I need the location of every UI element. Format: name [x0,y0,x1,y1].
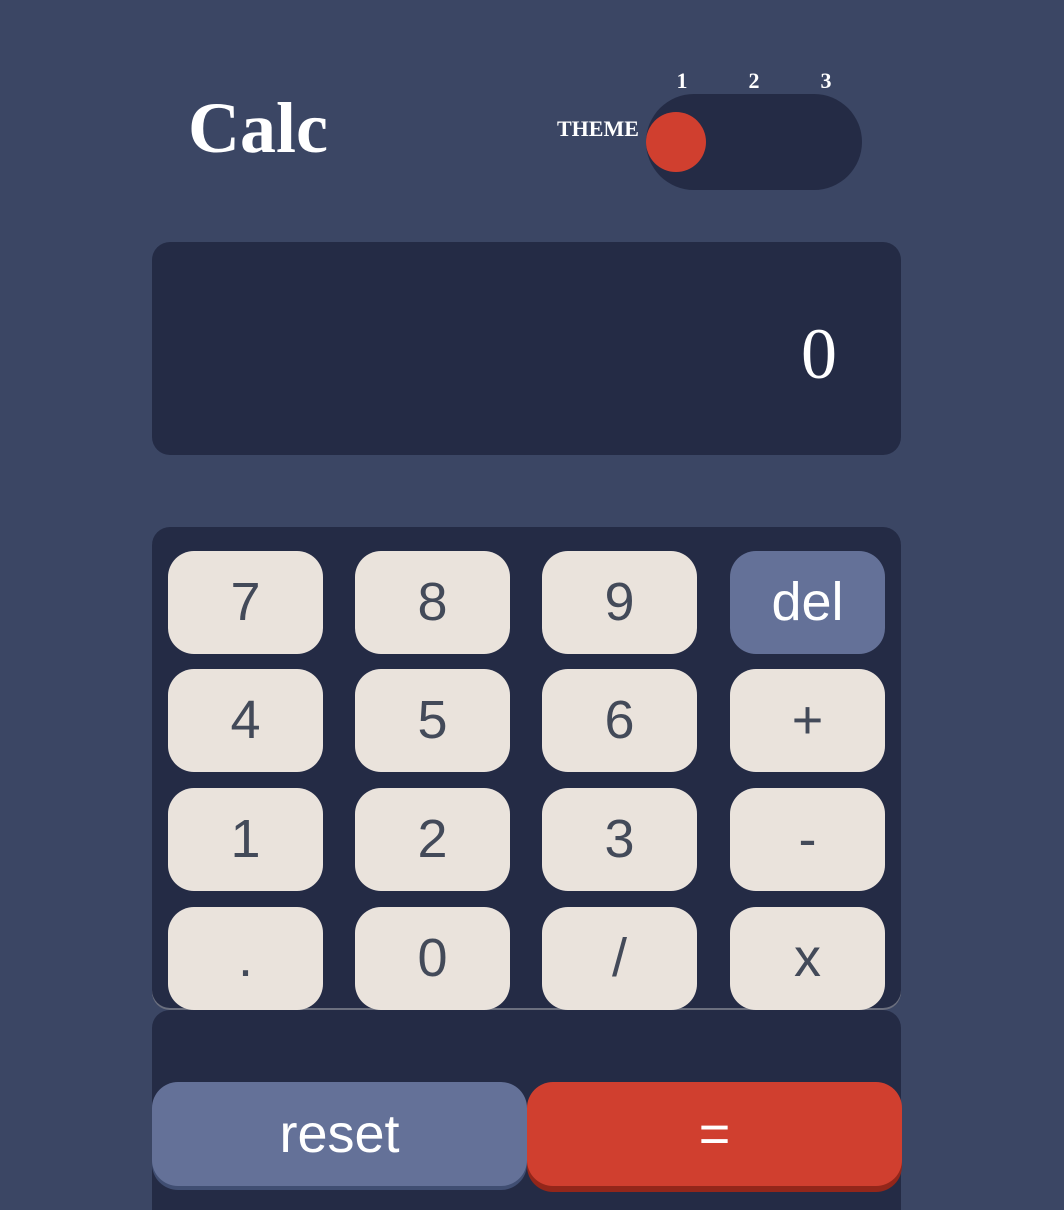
delete-button[interactable]: del [730,551,885,654]
reset-button[interactable]: reset [152,1082,527,1186]
theme-option-2[interactable]: 2 [744,68,764,94]
key-7[interactable]: 7 [168,551,323,654]
key-9[interactable]: 9 [542,551,697,654]
theme-toggle-knob[interactable] [646,112,706,172]
key-3[interactable]: 3 [542,788,697,891]
theme-option-1[interactable]: 1 [672,68,692,94]
key-4[interactable]: 4 [168,669,323,772]
equals-button[interactable]: = [527,1082,902,1186]
key-minus[interactable]: - [730,788,885,891]
key-decimal[interactable]: . [168,907,323,1010]
theme-option-3[interactable]: 3 [816,68,836,94]
app-title: Calc [188,88,328,168]
key-0[interactable]: 0 [355,907,510,1010]
key-5[interactable]: 5 [355,669,510,772]
key-8[interactable]: 8 [355,551,510,654]
theme-label: THEME [557,116,639,141]
theme-toggle[interactable] [646,94,862,190]
calculator-display: 0 [152,242,901,455]
key-6[interactable]: 6 [542,669,697,772]
key-divide[interactable]: / [542,907,697,1010]
key-multiply[interactable]: x [730,907,885,1010]
key-1[interactable]: 1 [168,788,323,891]
display-value: 0 [801,314,837,394]
key-plus[interactable]: + [730,669,885,772]
key-2[interactable]: 2 [355,788,510,891]
